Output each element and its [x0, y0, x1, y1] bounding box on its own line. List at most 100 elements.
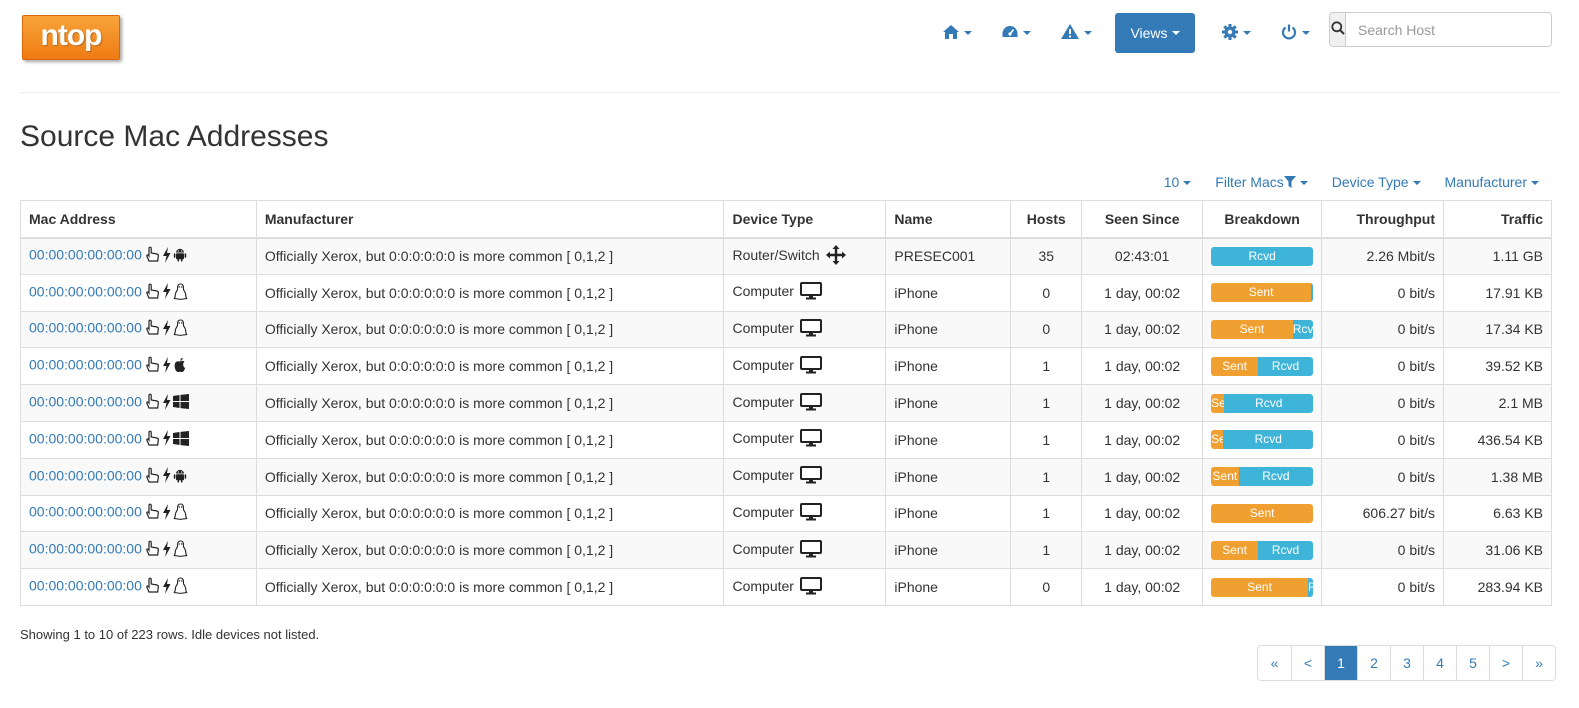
- page-button[interactable]: 5: [1456, 646, 1489, 680]
- cell-breakdown: SentRcvd: [1202, 384, 1323, 422]
- cell-name: iPhone: [885, 310, 1012, 349]
- mac-link[interactable]: 00:00:00:00:00:00: [29, 320, 142, 336]
- filter-macs-dropdown[interactable]: Filter Macs: [1215, 174, 1308, 190]
- search-input[interactable]: [1346, 13, 1551, 46]
- breakdown-bar: SentRcvd: [1211, 356, 1314, 376]
- cell-mac: 00:00:00:00:00:00: [20, 494, 257, 533]
- chevron-down-icon: [964, 31, 972, 35]
- bolt-icon: [162, 319, 171, 339]
- monitor-icon: [799, 539, 822, 561]
- search-button[interactable]: [1330, 13, 1346, 46]
- nav-home[interactable]: [936, 13, 978, 53]
- nav-settings[interactable]: [1215, 13, 1257, 53]
- table-row[interactable]: 00:00:00:00:00:00 Officially Xerox, but 0…: [20, 384, 1552, 422]
- page-button[interactable]: «: [1258, 646, 1291, 680]
- page-button[interactable]: >: [1489, 646, 1522, 680]
- cell-manufacturer: Officially Xerox, but 0:0:0:0:0:0 is mor…: [255, 531, 725, 570]
- search-box: [1329, 12, 1552, 47]
- cell-mac: 00:00:00:00:00:00: [20, 347, 257, 386]
- cell-manufacturer: Officially Xerox, but 0:0:0:0:0:0 is mor…: [255, 457, 725, 496]
- sent-segment: Sent: [1211, 503, 1314, 523]
- breakdown-bar: Sent: [1211, 503, 1314, 523]
- cell-traffic: 1.11 GB: [1443, 237, 1552, 275]
- page-button[interactable]: 4: [1423, 646, 1456, 680]
- manufacturer-dropdown[interactable]: Manufacturer: [1445, 174, 1539, 190]
- views-label: Views: [1130, 25, 1168, 41]
- linux-icon: [173, 577, 188, 597]
- nav-alerts[interactable]: [1054, 13, 1098, 53]
- device-type-text: Computer: [732, 283, 794, 300]
- cell-mac: 00:00:00:00:00:00: [20, 420, 257, 459]
- cell-manufacturer: Officially Xerox, but 0:0:0:0:0:0 is mor…: [255, 420, 725, 459]
- nav-dashboard[interactable]: [995, 13, 1037, 53]
- hand-pointer-icon: [144, 246, 160, 266]
- monitor-icon: [799, 318, 822, 340]
- chevron-down-icon: [1171, 31, 1180, 35]
- mac-link[interactable]: 00:00:00:00:00:00: [29, 578, 142, 594]
- page-button[interactable]: 1: [1324, 646, 1357, 680]
- mac-link[interactable]: 00:00:00:00:00:00: [29, 357, 142, 373]
- col-mac-address[interactable]: Mac Address: [20, 200, 257, 239]
- gear-icon: [1221, 23, 1239, 44]
- col-manufacturer[interactable]: Manufacturer: [255, 200, 725, 239]
- table-row[interactable]: 00:00:00:00:00:00 Officially Xerox, but 0…: [20, 273, 1552, 312]
- nav-power[interactable]: [1274, 13, 1316, 53]
- rows-per-page-label: 10: [1163, 174, 1180, 190]
- chevron-down-icon: [1302, 31, 1310, 35]
- table-row[interactable]: 00:00:00:00:00:00 Officially Xerox, but 0…: [20, 457, 1552, 496]
- hand-pointer-icon: [144, 319, 160, 339]
- col-seen-since[interactable]: Seen Since: [1081, 200, 1204, 239]
- table-row[interactable]: 00:00:00:00:00:00 Officially Xerox, but 0…: [20, 237, 1552, 275]
- page-button[interactable]: »: [1522, 646, 1555, 680]
- mac-link[interactable]: 00:00:00:00:00:00: [29, 431, 142, 447]
- device-type-dropdown[interactable]: Device Type: [1332, 174, 1421, 190]
- table-row[interactable]: 00:00:00:00:00:00 Officially Xerox, but 0…: [20, 568, 1552, 606]
- table-row[interactable]: 00:00:00:00:00:00 Officially Xerox, but 0…: [20, 347, 1552, 386]
- divider: [20, 92, 1559, 93]
- table-row[interactable]: 00:00:00:00:00:00 Officially Xerox, but 0…: [20, 310, 1552, 349]
- bolt-icon: [162, 430, 171, 449]
- cell-mac: 00:00:00:00:00:00: [20, 310, 257, 349]
- power-icon: [1280, 23, 1298, 44]
- nav-views[interactable]: Views: [1115, 13, 1195, 53]
- col-throughput[interactable]: Throughput: [1321, 200, 1445, 239]
- table-row[interactable]: 00:00:00:00:00:00 Officially Xerox, but 0…: [20, 420, 1552, 459]
- monitor-icon: [799, 282, 822, 303]
- page-title: Source Mac Addresses: [20, 120, 329, 153]
- mac-link[interactable]: 00:00:00:00:00:00: [29, 394, 142, 410]
- cell-throughput: 0 bit/s: [1321, 531, 1445, 570]
- col-traffic[interactable]: Traffic: [1443, 200, 1552, 239]
- cell-hosts: 1: [1010, 384, 1083, 422]
- cell-hosts: 1: [1010, 347, 1083, 386]
- ntop-logo[interactable]: ntop: [22, 15, 120, 60]
- mac-link[interactable]: 00:00:00:00:00:00: [29, 504, 142, 520]
- cell-hosts: 0: [1010, 310, 1083, 349]
- page-button[interactable]: 3: [1390, 646, 1423, 680]
- cell-breakdown: Sent: [1202, 494, 1323, 533]
- cell-hosts: 0: [1010, 273, 1083, 312]
- rows-per-page-dropdown[interactable]: 10: [1164, 174, 1192, 190]
- search-icon: [1330, 21, 1345, 38]
- cell-throughput: 0 bit/s: [1321, 568, 1445, 606]
- bolt-icon: [162, 283, 171, 302]
- col-hosts[interactable]: Hosts: [1010, 200, 1083, 239]
- col-name[interactable]: Name: [885, 200, 1012, 239]
- table-row[interactable]: 00:00:00:00:00:00 Officially Xerox, but 0…: [20, 531, 1552, 570]
- mac-link[interactable]: 00:00:00:00:00:00: [29, 541, 142, 557]
- cell-breakdown: Rcvd: [1202, 237, 1323, 275]
- cell-manufacturer: Officially Xerox, but 0:0:0:0:0:0 is mor…: [255, 310, 725, 349]
- page-button[interactable]: <: [1291, 646, 1324, 680]
- cell-seen-since: 1 day, 00:02: [1081, 568, 1204, 606]
- page-button[interactable]: 2: [1357, 646, 1390, 680]
- cell-hosts: 0: [1010, 568, 1083, 606]
- mac-link[interactable]: 00:00:00:00:00:00: [29, 467, 142, 483]
- breakdown-bar: SentRcvd: [1211, 540, 1314, 560]
- mac-link[interactable]: 00:00:00:00:00:00: [29, 247, 142, 263]
- col-device-type[interactable]: Device Type: [723, 200, 887, 239]
- hand-pointer-icon: [144, 467, 160, 487]
- device-type-label: Device Type: [1331, 174, 1409, 190]
- apple-icon: [173, 357, 187, 376]
- table-row[interactable]: 00:00:00:00:00:00 Officially Xerox, but 0…: [20, 494, 1552, 533]
- device-type-text: Computer: [732, 467, 794, 484]
- mac-link[interactable]: 00:00:00:00:00:00: [29, 283, 142, 299]
